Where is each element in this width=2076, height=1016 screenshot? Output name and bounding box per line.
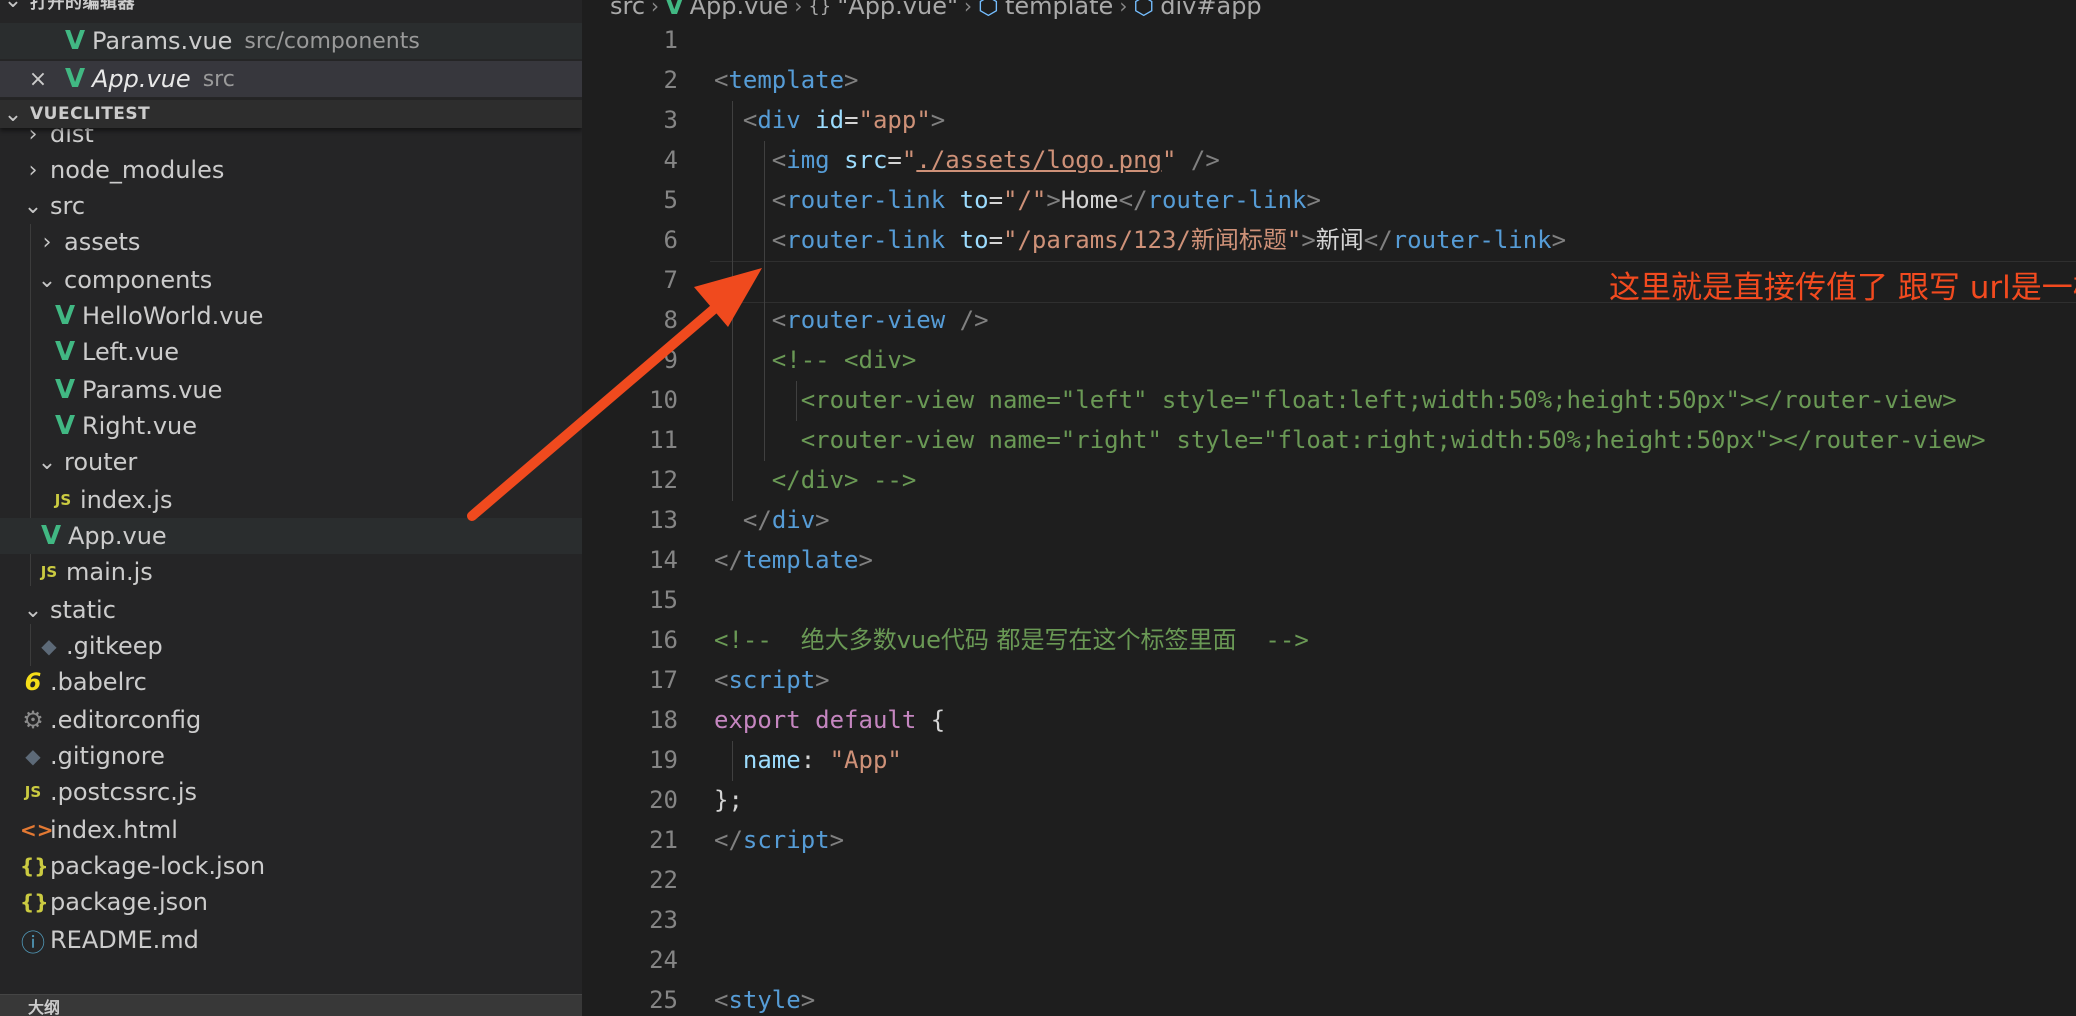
chevron-down-icon: ⌄ xyxy=(3,101,23,127)
project-title: VUECLITEST xyxy=(30,104,151,124)
annotation-arrow xyxy=(467,268,762,521)
project-section-header[interactable]: ⌄ VUECLITEST xyxy=(0,100,582,128)
annotation-arrow-shaft xyxy=(467,304,719,521)
